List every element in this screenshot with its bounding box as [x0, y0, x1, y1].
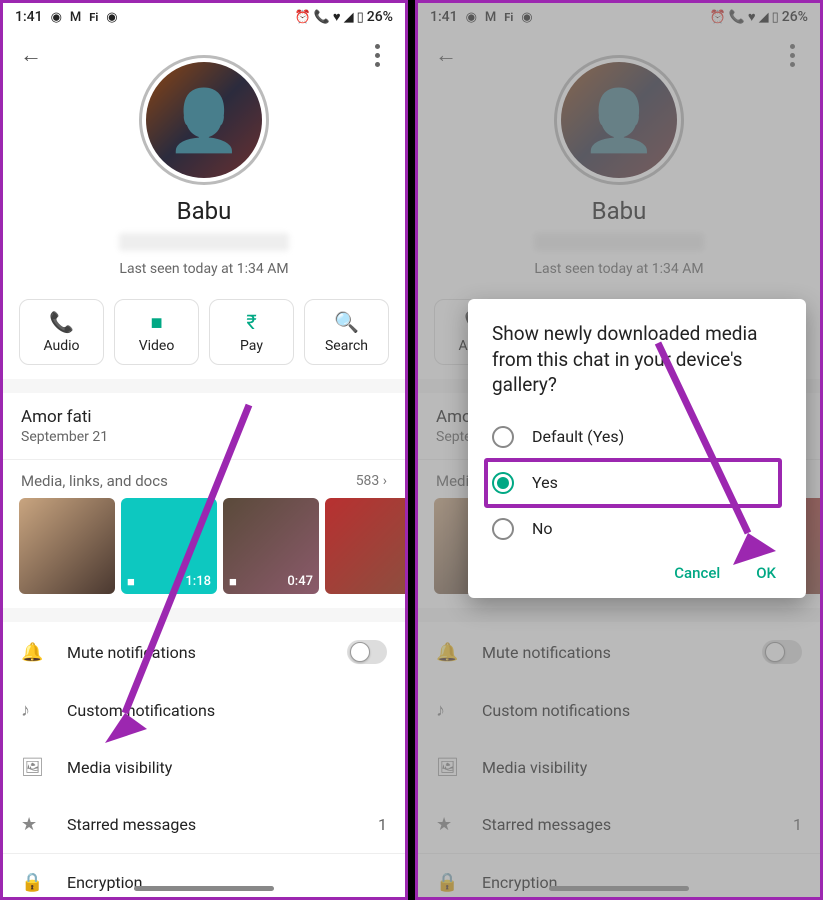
- navigation-gesture-bar: [134, 886, 274, 891]
- search-button[interactable]: 🔍 Search: [304, 299, 389, 365]
- avatar-ring: [139, 55, 269, 185]
- gmail-icon: M: [70, 10, 81, 25]
- video-duration: 1:18: [185, 574, 211, 590]
- profile-section: Babu Last seen today at 1:34 AM: [3, 79, 405, 285]
- media-visibility-label: Media visibility: [67, 758, 387, 777]
- about-date: September 21: [21, 429, 387, 445]
- navigation-gesture-bar: [549, 886, 689, 891]
- last-seen-label: Last seen today at 1:34 AM: [119, 261, 288, 277]
- mute-toggle[interactable]: [347, 640, 387, 664]
- status-bar: 1:41 ◉ M Fi ◉ ⏰ 📞 ♥ ◢ ▯ 26%: [3, 3, 405, 31]
- cancel-button[interactable]: Cancel: [674, 564, 720, 582]
- about-section[interactable]: Amor fati September 21: [3, 393, 405, 459]
- patreon-icon: ◉: [51, 10, 62, 25]
- media-title: Media, links, and docs: [21, 472, 168, 490]
- video-icon: ■: [150, 310, 162, 334]
- starred-label: Starred messages: [67, 815, 354, 834]
- media-thumb-video[interactable]: ■ 0:47: [223, 498, 319, 594]
- radio-option-yes[interactable]: Yes: [484, 458, 782, 508]
- media-visibility-row[interactable]: 🖼 Media visibility: [3, 739, 405, 796]
- radio-icon: [492, 426, 514, 448]
- radio-icon-selected: [492, 472, 514, 494]
- video-camera-icon: ■: [127, 574, 135, 590]
- video-call-button[interactable]: ■ Video: [114, 299, 199, 365]
- audio-call-button[interactable]: 📞 Audio: [19, 299, 104, 365]
- custom-notif-label: Custom notifications: [67, 701, 387, 720]
- star-icon: ★: [21, 814, 43, 835]
- battery-pct: 26%: [367, 9, 393, 25]
- action-row: 📞 Audio ■ Video ₹ Pay 🔍 Search: [3, 285, 405, 379]
- settings-list: 🔔 Mute notifications ♪ Custom notificati…: [3, 622, 405, 900]
- media-thumb[interactable]: [325, 498, 405, 594]
- media-thumb[interactable]: [19, 498, 115, 594]
- bell-icon: 🔔: [21, 642, 43, 663]
- video-duration: 0:47: [287, 574, 313, 590]
- divider: [3, 608, 405, 622]
- starred-count: 1: [378, 815, 387, 834]
- wifi-icon: ♥: [333, 9, 341, 25]
- pay-button[interactable]: ₹ Pay: [209, 299, 294, 365]
- phone-icon: 📞: [49, 310, 74, 334]
- fi-icon: Fi: [89, 11, 98, 24]
- battery-icon: ▯: [357, 10, 364, 25]
- radio-icon: [492, 518, 514, 540]
- media-visibility-dialog: Show newly downloaded media from this ch…: [468, 299, 806, 598]
- ok-button[interactable]: OK: [756, 564, 776, 582]
- search-label: Search: [325, 338, 368, 354]
- about-text: Amor fati: [21, 407, 387, 427]
- music-note-icon: ♪: [21, 700, 43, 721]
- dialog-title: Show newly downloaded media from this ch…: [492, 321, 782, 398]
- more-options-button[interactable]: [357, 35, 397, 75]
- mute-notifications-row[interactable]: 🔔 Mute notifications: [3, 622, 405, 682]
- media-thumb-video[interactable]: ■ 1:18: [121, 498, 217, 594]
- call-icon: 📞: [314, 10, 330, 25]
- radio-label-yes: Yes: [532, 473, 558, 492]
- encryption-row[interactable]: 🔒 Encryption: [3, 853, 405, 900]
- screen-media-visibility-dialog: 1:41 ◉ M Fi ◉ ⏰ 📞 ♥ ◢ ▯ 26% ← Babu Last …: [415, 0, 823, 900]
- divider: [3, 379, 405, 393]
- pay-label: Pay: [240, 338, 263, 354]
- messenger-icon: ◉: [106, 10, 117, 25]
- contact-name: Babu: [177, 197, 232, 225]
- lock-icon: 🔒: [21, 872, 43, 893]
- video-camera-icon: ■: [229, 574, 237, 590]
- mute-label: Mute notifications: [67, 643, 323, 662]
- media-thumbnails: ■ 1:18 ■ 0:47: [3, 498, 405, 608]
- search-icon: 🔍: [334, 310, 359, 334]
- radio-label-default: Default (Yes): [532, 427, 624, 446]
- alarm-icon: ⏰: [295, 10, 311, 25]
- audio-label: Audio: [43, 338, 79, 354]
- signal-icon: ◢: [344, 10, 354, 25]
- radio-option-default[interactable]: Default (Yes): [492, 416, 782, 458]
- image-icon: 🖼: [21, 757, 43, 778]
- media-count: 583 ›: [356, 473, 387, 489]
- video-label: Video: [139, 338, 175, 354]
- radio-option-no[interactable]: No: [492, 508, 782, 550]
- status-time: 1:41: [15, 9, 43, 25]
- back-button[interactable]: ←: [11, 35, 51, 75]
- contact-phone-blurred: [119, 233, 289, 251]
- contact-avatar[interactable]: [146, 62, 262, 178]
- media-header[interactable]: Media, links, and docs 583 ›: [3, 460, 405, 498]
- dialog-actions: Cancel OK: [492, 550, 782, 588]
- rupee-icon: ₹: [246, 310, 256, 334]
- custom-notifications-row[interactable]: ♪ Custom notifications: [3, 682, 405, 739]
- starred-messages-row[interactable]: ★ Starred messages 1: [3, 796, 405, 853]
- radio-label-no: No: [532, 519, 553, 538]
- screen-contact-info: 1:41 ◉ M Fi ◉ ⏰ 📞 ♥ ◢ ▯ 26% ← Babu Last …: [0, 0, 408, 900]
